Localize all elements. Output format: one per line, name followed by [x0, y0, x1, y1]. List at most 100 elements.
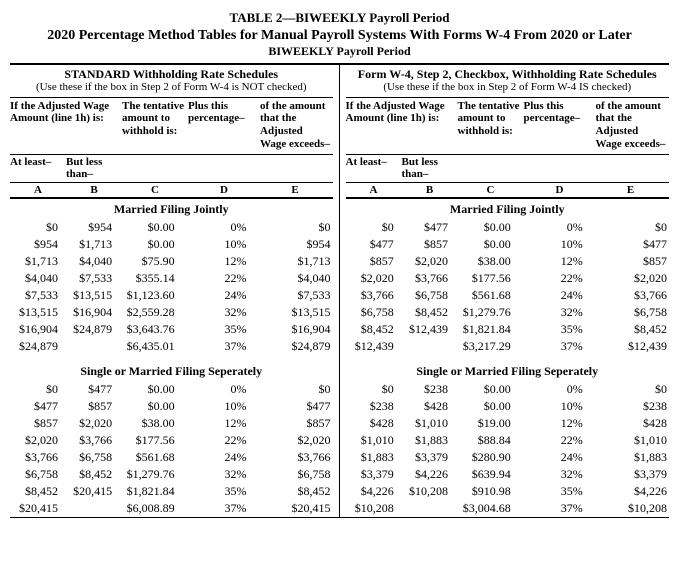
- table-cell: $0.00: [118, 399, 185, 414]
- checkbox-schedule: Form W-4, Step 2, Checkbox, Withholding …: [340, 65, 670, 517]
- table-row: $0$238$0.000%$0: [346, 381, 670, 398]
- table-cell: 12%: [521, 416, 607, 431]
- table-cell: 35%: [521, 484, 607, 499]
- table-cell: 0%: [185, 220, 271, 235]
- table-cell: $20,415: [64, 484, 118, 499]
- table-cell: $0.00: [118, 382, 185, 397]
- table-cell: $7,533: [64, 271, 118, 286]
- table-cell: $8,452: [607, 322, 669, 337]
- table-cell: $477: [10, 399, 64, 414]
- subcolumn-titles: At least– But less than–: [346, 154, 670, 183]
- table-cell: 22%: [521, 433, 607, 448]
- table-row: $7,533$13,515$1,123.6024%$7,533: [10, 287, 333, 304]
- table-cell: $3,217.29: [454, 339, 521, 354]
- table-cell: 32%: [185, 467, 271, 482]
- table-cell: $8,452: [64, 467, 118, 482]
- table-row: $0$954$0.000%$0: [10, 219, 333, 236]
- section-single: Single or Married Filing Seperately: [346, 361, 670, 381]
- table-row: $1,713$4,040$75.9012%$1,713: [10, 253, 333, 270]
- table-cell: [400, 339, 454, 354]
- table-cell: $0.00: [118, 237, 185, 252]
- checkbox-heading: Form W-4, Step 2, Checkbox, Withholding …: [346, 67, 670, 81]
- column-letters: A B C D E: [346, 183, 670, 199]
- standard-header: STANDARD Withholding Rate Schedules (Use…: [10, 65, 333, 97]
- table-cell: 0%: [185, 382, 271, 397]
- table-cell: 32%: [185, 305, 271, 320]
- checkbox-note: (Use these if the box in Step 2 of Form …: [346, 81, 670, 94]
- table-row: $428$1,010$19.0012%$428: [346, 415, 670, 432]
- table-cell: $38.00: [118, 416, 185, 431]
- table-cell: [400, 501, 454, 516]
- table-cell: 24%: [521, 450, 607, 465]
- col-adjusted-wage: If the Adjusted Wage Amount (line 1h) is…: [346, 100, 458, 153]
- table-cell: $20,415: [270, 501, 332, 516]
- table-row: $10,208$3,004.6837%$10,208: [346, 500, 670, 517]
- table-row: $8,452$20,415$1,821.8435%$8,452: [10, 483, 333, 500]
- table-cell: $0: [607, 220, 669, 235]
- table-cell: $0: [346, 220, 400, 235]
- table-cell: $24,879: [270, 339, 332, 354]
- table-cell: $280.90: [454, 450, 521, 465]
- col-but-less: But less than–: [66, 156, 122, 180]
- table-row: $3,766$6,758$561.6824%$3,766: [346, 287, 670, 304]
- table-cell: 0%: [521, 220, 607, 235]
- table-cell: $3,379: [607, 467, 669, 482]
- table-cell: $639.94: [454, 467, 521, 482]
- standard-schedule: STANDARD Withholding Rate Schedules (Use…: [10, 65, 340, 517]
- table-cell: $6,758: [64, 450, 118, 465]
- table-cell: $13,515: [64, 288, 118, 303]
- table-row: $477$857$0.0010%$477: [10, 398, 333, 415]
- table-cell: [64, 339, 118, 354]
- table-cell: $954: [270, 237, 332, 252]
- table-cell: $1,010: [400, 416, 454, 431]
- table-cell: $2,020: [607, 271, 669, 286]
- table-cell: $857: [346, 254, 400, 269]
- table-cell: $857: [607, 254, 669, 269]
- col-but-less: But less than–: [402, 156, 458, 180]
- table-row: $3,379$4,226$639.9432%$3,379: [346, 466, 670, 483]
- standard-single-rows: $0$477$0.000%$0$477$857$0.0010%$477$857$…: [10, 381, 333, 517]
- table-subtitle: BIWEEKLY Payroll Period: [10, 44, 669, 59]
- table-cell: $954: [10, 237, 64, 252]
- table-cell: 24%: [185, 288, 271, 303]
- table-cell: $6,758: [607, 305, 669, 320]
- table-cell: 24%: [185, 450, 271, 465]
- table-cell: $561.68: [118, 450, 185, 465]
- table-cell: $8,452: [400, 305, 454, 320]
- col-adjusted-wage: If the Adjusted Wage Amount (line 1h) is…: [10, 100, 122, 153]
- table-cell: $7,533: [270, 288, 332, 303]
- table-cell: $6,435.01: [118, 339, 185, 354]
- table-cell: $238: [346, 399, 400, 414]
- table-cell: $1,279.76: [118, 467, 185, 482]
- table-cell: $4,040: [10, 271, 64, 286]
- table-row: $16,904$24,879$3,643.7635%$16,904: [10, 321, 333, 338]
- table-row: $954$1,713$0.0010%$954: [10, 236, 333, 253]
- table-cell: $13,515: [10, 305, 64, 320]
- table-cell: $2,020: [270, 433, 332, 448]
- table-row: $857$2,020$38.0012%$857: [10, 415, 333, 432]
- table-cell: 37%: [185, 339, 271, 354]
- table-cell: $910.98: [454, 484, 521, 499]
- table-cell: $24,879: [10, 339, 64, 354]
- col-tentative: The tentative amount to withhold is:: [458, 100, 524, 153]
- table-cell: $355.14: [118, 271, 185, 286]
- table-cell: $3,766: [346, 288, 400, 303]
- column-letters: A B C D E: [10, 183, 333, 199]
- table-row: $3,766$6,758$561.6824%$3,766: [10, 449, 333, 466]
- table-cell: $88.84: [454, 433, 521, 448]
- table-cell: $0: [10, 382, 64, 397]
- table-cell: $10,208: [400, 484, 454, 499]
- table-cell: $238: [607, 399, 669, 414]
- table-cell: $0.00: [454, 382, 521, 397]
- table-title: 2020 Percentage Method Tables for Manual…: [10, 28, 669, 44]
- table-cell: $1,821.84: [118, 484, 185, 499]
- table-cell: $3,766: [270, 450, 332, 465]
- table-cell: $477: [400, 220, 454, 235]
- standard-heading: STANDARD Withholding Rate Schedules: [10, 67, 333, 81]
- table-cell: $428: [607, 416, 669, 431]
- table-cell: $1,883: [400, 433, 454, 448]
- table-cell: $0: [346, 382, 400, 397]
- table-cell: 35%: [185, 484, 271, 499]
- table-row: $0$477$0.000%$0: [10, 381, 333, 398]
- section-single: Single or Married Filing Seperately: [10, 361, 333, 381]
